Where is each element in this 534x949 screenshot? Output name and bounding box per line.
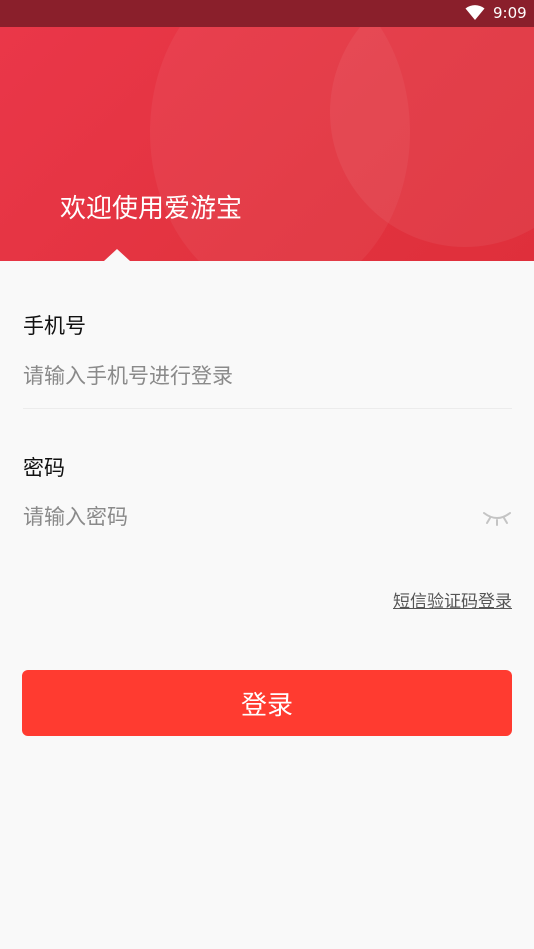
- status-bar: 9:09: [0, 0, 534, 27]
- header-banner: 欢迎使用爱游宝: [0, 27, 534, 261]
- phone-label: 手机号: [23, 314, 86, 338]
- divider: [23, 408, 512, 409]
- eye-closed-icon[interactable]: [482, 508, 512, 526]
- password-input[interactable]: [23, 497, 473, 537]
- phone-input[interactable]: [23, 356, 512, 396]
- wifi-icon: [465, 5, 485, 20]
- welcome-title: 欢迎使用爱游宝: [60, 194, 243, 224]
- header-pointer: [104, 249, 130, 261]
- status-time: 9:09: [493, 4, 527, 22]
- login-button[interactable]: 登录: [22, 670, 512, 736]
- password-label: 密码: [23, 456, 65, 480]
- sms-code-login-link[interactable]: 短信验证码登录: [393, 590, 512, 614]
